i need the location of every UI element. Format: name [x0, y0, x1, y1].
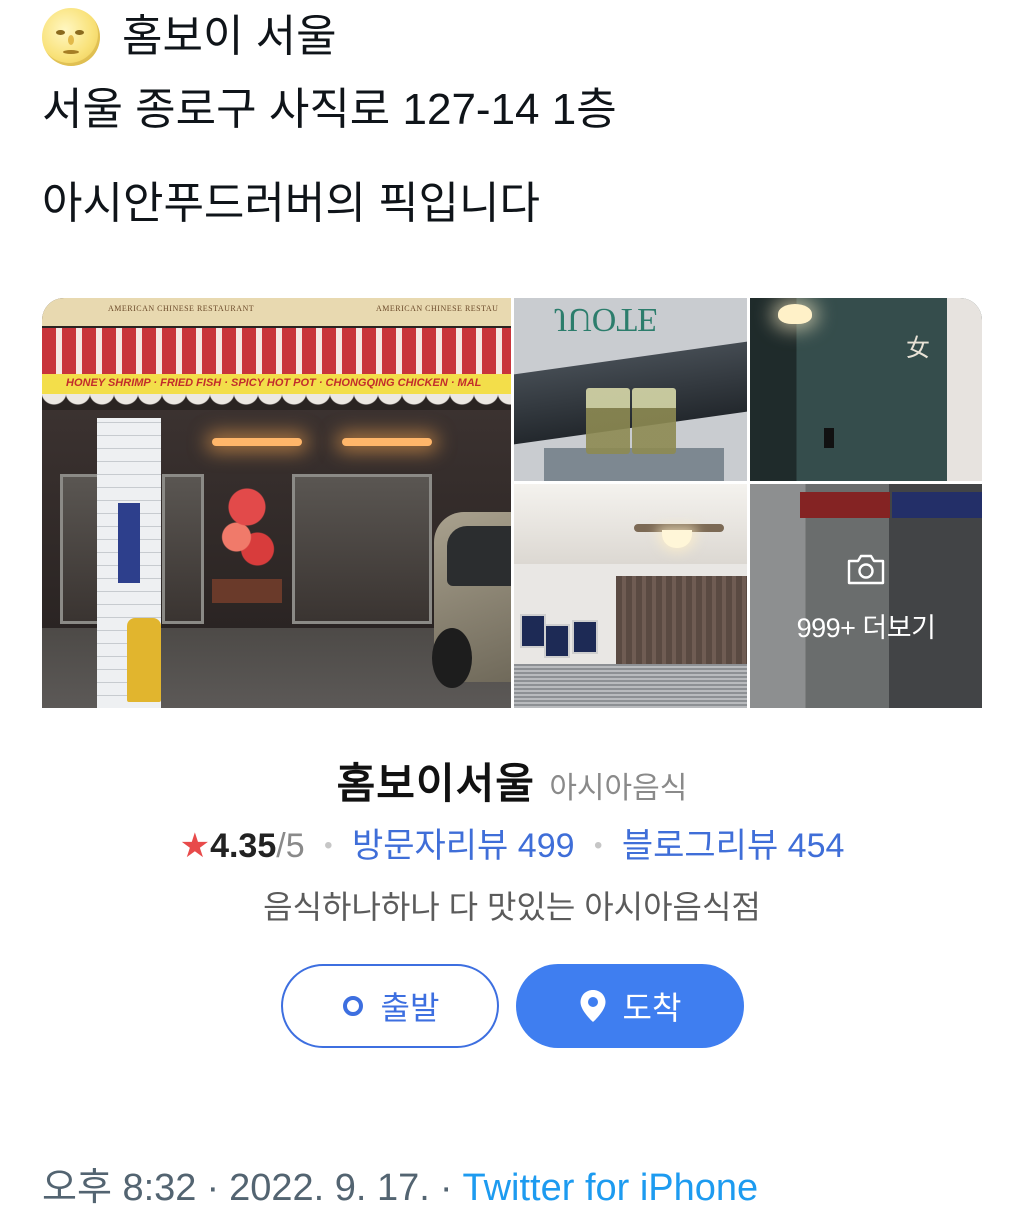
car-window [447, 526, 511, 586]
place-title: 홈보이서울 아시아음식 [0, 750, 1024, 811]
beer-glass [586, 388, 630, 454]
storefront-sign-text-left: AMERICAN CHINESE RESTAURANT [108, 304, 255, 313]
tweet-line-1-text: 홈보이 서울 [122, 12, 337, 61]
more-photos-label: 999+ 더보기 [796, 613, 936, 643]
storefront-sign: AMERICAN CHINESE RESTAURANT AMERICAN CHI… [42, 298, 511, 326]
tweet-time[interactable]: 오후 8:32 [42, 1167, 196, 1209]
photo-storefront[interactable]: AMERICAN CHINESE RESTAURANT AMERICAN CHI… [42, 298, 511, 708]
wall-frame [572, 620, 598, 654]
storefront-sign-text-right: AMERICAN CHINESE RESTAU [376, 304, 499, 313]
car-wheel [432, 628, 472, 688]
menu-banner-text: HONEY SHRIMP · FRIED FISH · SPICY HOT PO… [66, 377, 482, 389]
arrive-button-label: 도착 [622, 990, 682, 1026]
wall-lamp [778, 304, 812, 324]
blog-reviews-link[interactable]: 블로그리뷰 454 [622, 827, 845, 865]
storefront-window [60, 474, 100, 624]
place-description: 음식하나하나 다 맛있는 아시아음식점 [263, 889, 761, 925]
separator-dot: • [593, 832, 603, 859]
tweet-line-2: 서울 종로구 사직로 127-14 1층 [42, 85, 617, 134]
storefront-window [292, 474, 432, 624]
camera-icon [847, 554, 885, 585]
door-symbol: 女 [906, 335, 930, 362]
curtain [616, 576, 747, 670]
car-roof [514, 341, 747, 445]
full-moon-face-icon [42, 8, 100, 66]
footer-separator: · [206, 1167, 220, 1209]
tweet-source-link[interactable]: Twitter for iPhone [462, 1167, 758, 1209]
storefront-window [162, 474, 204, 624]
rating-score: 4.35 [210, 827, 277, 865]
start-button[interactable]: 출발 [281, 964, 499, 1048]
beer-glass [632, 388, 676, 454]
tweet-page: 홈보이 서울 서울 종로구 사직로 127-14 1층 아시안푸드러버의 픽입니… [0, 0, 1024, 1219]
separator-dot: • [324, 832, 333, 859]
star-icon: ★ [179, 827, 211, 865]
photo-drinks[interactable]: JUOTE [514, 298, 747, 481]
place-category: 아시아음식 [549, 772, 688, 805]
photo-restroom-door[interactable]: 女 [750, 298, 982, 481]
tweet-line-3: 아시안푸드러버의 픽입니다 [42, 179, 540, 228]
tweet-date[interactable]: 2022. 9. 17. [229, 1167, 430, 1209]
place-name[interactable]: 홈보이서울 [337, 760, 535, 807]
yellow-post [127, 618, 161, 702]
awning [42, 328, 511, 374]
tweet-footer: 오후 8:32 · 2022. 9. 17. · Twitter for iPhone [42, 1156, 758, 1211]
storefront-lamp [342, 438, 432, 446]
location-pin-icon [579, 989, 607, 1023]
visitor-reviews-link[interactable]: 방문자리뷰 499 [352, 827, 575, 865]
arrive-button[interactable]: 도착 [516, 964, 744, 1048]
start-button-label: 출발 [380, 990, 440, 1026]
wall-frame [520, 614, 546, 648]
flower-wreath [212, 483, 282, 603]
photo-more[interactable]: 999+ 더보기 [750, 484, 982, 708]
menu-banner: HONEY SHRIMP · FRIED FISH · SPICY HOT PO… [42, 374, 511, 394]
wall-frame [544, 624, 570, 658]
footer-separator: · [439, 1167, 453, 1209]
place-photo-grid[interactable]: AMERICAN CHINESE RESTAURANT AMERICAN CHI… [42, 298, 982, 708]
photo-dining-room[interactable] [514, 484, 747, 708]
storefront-lamp [212, 438, 302, 446]
door-plate [824, 428, 834, 448]
tweet-line-1: 홈보이 서울 [42, 8, 337, 66]
rating-row: ★4.35/5 • 방문자리뷰 499 • 블로그리뷰 454 [0, 818, 1024, 867]
origin-dot-icon [341, 994, 365, 1018]
room-floor [514, 664, 747, 708]
reflected-sign: JUOTE [554, 301, 658, 338]
more-overlay [750, 484, 982, 708]
door-wall [750, 298, 982, 481]
rating-max: /5 [276, 827, 305, 865]
pillar-sign [118, 503, 140, 583]
